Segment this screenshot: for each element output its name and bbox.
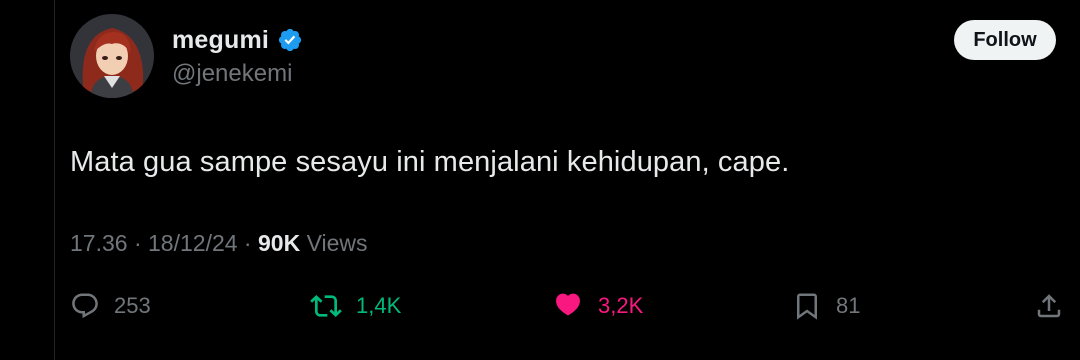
follow-button[interactable]: Follow [954, 20, 1056, 60]
author-name-row[interactable]: megumi [172, 24, 303, 56]
tweet-text: Mata gua sampe sesayu ini menjalani kehi… [70, 146, 790, 178]
retweet-icon [310, 295, 342, 317]
meta-separator-2: · [237, 230, 258, 256]
author-handle[interactable]: @jenekemi [172, 60, 292, 88]
tweet-meta: 17.36 · 18/12/24 · 90K Views [70, 230, 368, 257]
retweet-button[interactable]: 1,4K [310, 284, 401, 328]
avatar[interactable] [70, 14, 154, 98]
bookmark-count: 81 [836, 293, 861, 318]
views-label: Views [300, 230, 368, 256]
views-count: 90K [258, 230, 301, 256]
bookmark-button[interactable]: 81 [792, 284, 860, 328]
timeline-left-border [54, 0, 55, 360]
meta-separator: · [127, 230, 149, 256]
avatar-image [70, 14, 154, 98]
reply-count: 253 [114, 293, 151, 318]
like-count: 3,2K [598, 293, 644, 318]
share-icon [1037, 294, 1061, 318]
like-button[interactable]: 3,2K [552, 284, 643, 328]
retweet-count: 1,4K [356, 293, 402, 318]
heart-icon [556, 293, 580, 316]
reply-button[interactable]: 253 [70, 284, 151, 328]
reply-icon [72, 293, 98, 319]
share-button[interactable] [1034, 284, 1064, 328]
tweet-time[interactable]: 17.36 [70, 230, 128, 257]
bookmark-icon [797, 293, 817, 320]
tweet-date[interactable]: 18/12/24 [148, 230, 238, 257]
verified-badge-icon [278, 28, 302, 52]
author-display-name[interactable]: megumi [172, 26, 269, 55]
